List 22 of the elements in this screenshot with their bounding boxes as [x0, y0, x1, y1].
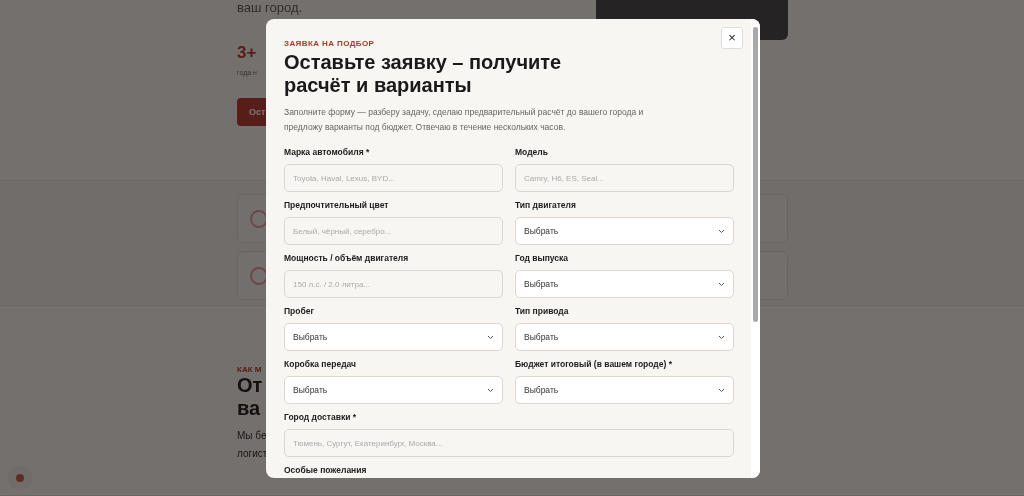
section-title: ва: [237, 397, 261, 420]
field-label: Пробег: [284, 305, 315, 317]
section-title: От: [237, 374, 263, 397]
modal-description: Заполните форму — разберу задачу, сделаю предварительный расчёт до вашего города и предложу варианты под бюджет. Отвечаю в течение нескольких часов.: [284, 106, 645, 134]
field-label: Марка автомобиля *: [284, 146, 371, 158]
modal-title: Оставьте заявку – получите расчёт и варианты: [284, 51, 563, 97]
field-label: Мощность / объём двигателя: [284, 252, 410, 264]
field-label: Тип двигателя: [515, 199, 577, 211]
section-text: Мы бе: [237, 429, 267, 443]
field-label: Тип привода: [515, 305, 570, 317]
field-label: Город доставки *: [284, 411, 358, 423]
field-label: Коробка передач: [284, 358, 357, 370]
section-eyebrow: КАК М: [237, 365, 262, 374]
field-label: Модель: [515, 146, 549, 158]
hero-text: ваш город.: [237, 0, 303, 15]
stat-value: 3+: [237, 43, 257, 63]
modal-eyebrow: ЗАЯВКА НА ПОДБОР: [284, 39, 376, 48]
field-label: Год выпуска: [515, 252, 570, 264]
field-label: Бюджет итоговый (в вашем городе) *: [515, 358, 673, 370]
field-label: Особые пожелания: [284, 464, 368, 476]
section-text: логист: [237, 447, 268, 461]
field-label: Предпочтительный цвет: [284, 199, 390, 211]
